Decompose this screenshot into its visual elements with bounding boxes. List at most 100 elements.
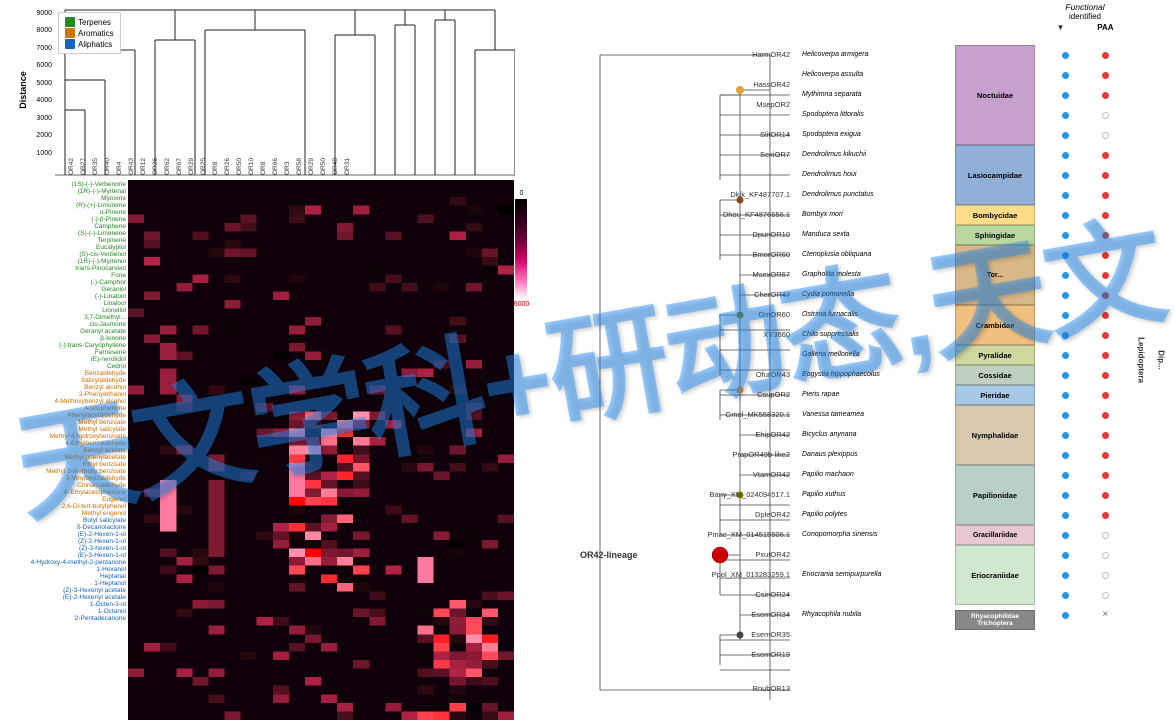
row-label-31: 4-Methoxybenzyl alcohol (0, 398, 126, 405)
dot-row-6 (1040, 165, 1130, 185)
dot-row-20 (1040, 445, 1130, 465)
family-rhyacophilidae: Rhyacophilidae Trichoptera (955, 610, 1035, 630)
dot-row-19 (1040, 425, 1130, 445)
dot-blue-27 (1062, 592, 1069, 599)
dot-blue-8 (1062, 212, 1069, 219)
dot-blue-7 (1062, 192, 1069, 199)
species-28: Rhyacophila nubila (802, 605, 955, 625)
dot-red-13 (1102, 312, 1109, 319)
dot-blue-6 (1062, 172, 1069, 179)
right-panel: Helicoverpa armigera Helicoverpa assulta… (800, 0, 1175, 720)
row-label-35: Methyl salicylate (0, 426, 126, 433)
dot-blue-14 (1062, 332, 1069, 339)
node-tortricidae (737, 312, 744, 319)
dot-blue-16 (1062, 372, 1069, 379)
family-nymphalidae: Nymphalidae (955, 405, 1035, 465)
species-11: Grapholita molesta (802, 265, 955, 285)
paa-label: PAA (1097, 23, 1113, 32)
dot-red-20 (1102, 452, 1109, 459)
taxon-bany: Bany_XM_024094517.1 (710, 490, 790, 499)
dot-red-14 (1102, 332, 1109, 339)
row-label-23: (-)-trans-Caryophyllene (0, 342, 126, 349)
family-cossidae: Cossidae (955, 365, 1035, 385)
tick-9000: 9000 (36, 10, 52, 17)
dot-blue-4 (1062, 132, 1069, 139)
functional-header: Functional identified ▼ PAA (1040, 2, 1130, 32)
dot-blue-19 (1062, 432, 1069, 439)
species-22: Papilio xuthus (802, 485, 955, 505)
family-noctuidae: Noctuidae (955, 45, 1035, 145)
taxon-harmor42: HarmOR42 (752, 50, 790, 59)
dot-row-15 (1040, 345, 1130, 365)
tick-3000: 3000 (36, 115, 52, 122)
diptera-column: Dip... (1152, 0, 1170, 720)
dot-row-17 (1040, 385, 1130, 405)
row-label-13: Fone (0, 272, 126, 279)
col-label-or35: OR35 (92, 158, 99, 175)
species-24: Conopomorpha sinensis (802, 525, 955, 545)
col-label-or31: OR31 (344, 158, 351, 175)
row-label-54: 4-Hydroxy-4-methyl-2-pentanone (0, 559, 126, 566)
col-label-or67: OR67 (176, 158, 183, 175)
dot-row-9 (1040, 225, 1130, 245)
taxon-gmel: Gmel_MK558320.1 (725, 410, 790, 419)
row-label-42: 3-Vinylbenzaldehyde (0, 475, 126, 482)
tick-5000: 5000 (36, 80, 52, 87)
row-label-6: Camphene (0, 223, 126, 230)
dot-red-18 (1102, 412, 1109, 419)
row-label-45: Eugenol (0, 496, 126, 503)
dot-red-5 (1102, 152, 1109, 159)
family-blocks-column: Noctuidae Lasiocampidae Bombycidae Sphin… (955, 0, 1040, 720)
dot-blue-3 (1062, 112, 1069, 119)
dot-row-4 (1040, 125, 1130, 145)
dot-row-13 (1040, 305, 1130, 325)
dot-blue-23 (1062, 512, 1069, 519)
row-label-40: Ethyl benzoate (0, 461, 126, 468)
row-label-55: 1-Hexanol (0, 566, 126, 573)
legend-color-aromatics (65, 28, 75, 38)
dot-blue-25 (1062, 552, 1069, 559)
dot-red-28: × (1102, 610, 1108, 620)
node-noctuidae (736, 86, 744, 94)
legend-terpenes: Terpenes (65, 17, 114, 27)
row-label-5: (-)-β-Pinene (0, 216, 126, 223)
col-label-or26: OR26 (224, 158, 231, 175)
dot-red-1 (1102, 72, 1109, 79)
dot-blue-10 (1062, 252, 1069, 259)
col-label-or29: OR29 (188, 158, 195, 175)
taxon-ppol: Ppol_XM_013283259.1 (712, 570, 790, 579)
tick-4000: 4000 (36, 97, 52, 104)
legend-label-aliphatics: Aliphatics (78, 40, 112, 49)
species-21: Papilio machaon (802, 465, 955, 485)
dot-blue-26 (1062, 572, 1069, 579)
row-label-1: (1R)-(-)-Myrtenal (0, 188, 126, 195)
dot-red-22 (1102, 492, 1109, 499)
dot-row-22 (1040, 485, 1130, 505)
row-label-18: Lionellol (0, 307, 126, 314)
family-pieridae: Pieridae (955, 385, 1035, 405)
tick-2000: 2000 (36, 132, 52, 139)
node-eriocraniidae (737, 632, 744, 639)
row-label-60: 1-Octen-3-ol (0, 601, 126, 608)
row-label-58: (Z)-3-Hexenyl acetate (0, 587, 126, 594)
species-7: Dendrolimus punctatus (802, 185, 955, 205)
dot-blue-12 (1062, 292, 1069, 299)
dot-red-19 (1102, 432, 1109, 439)
col-label-or43: OR43 (128, 158, 135, 175)
row-label-11: (1R)-(-)-Myrtenol (0, 258, 126, 265)
family-pyralidae: Pyralidae (955, 345, 1035, 365)
col-label-or50a: OR50 (236, 158, 243, 175)
col-label-or66: OR66 (272, 158, 279, 175)
taxon-esemor19: EsemOR19 (751, 650, 790, 659)
distance-axis-label: Distance (18, 71, 28, 109)
row-label-47: Methyl eugenol (0, 510, 126, 517)
or42-lineage-node (712, 547, 728, 563)
species-2: Mythimna separata (802, 85, 955, 105)
top-dendrogram: OR42 OR27 OR35 OR40 OR4 OR43 OR12 OR36 O… (55, 0, 515, 180)
dot-red-6 (1102, 172, 1109, 179)
dot-red-10 (1102, 252, 1109, 259)
row-label-3: (R)-(+)-Limonene (0, 202, 126, 209)
col-label-or42: OR42 (68, 158, 75, 175)
row-label-12: trans-Pinocarveol (0, 265, 126, 272)
tick-7000: 7000 (36, 45, 52, 52)
